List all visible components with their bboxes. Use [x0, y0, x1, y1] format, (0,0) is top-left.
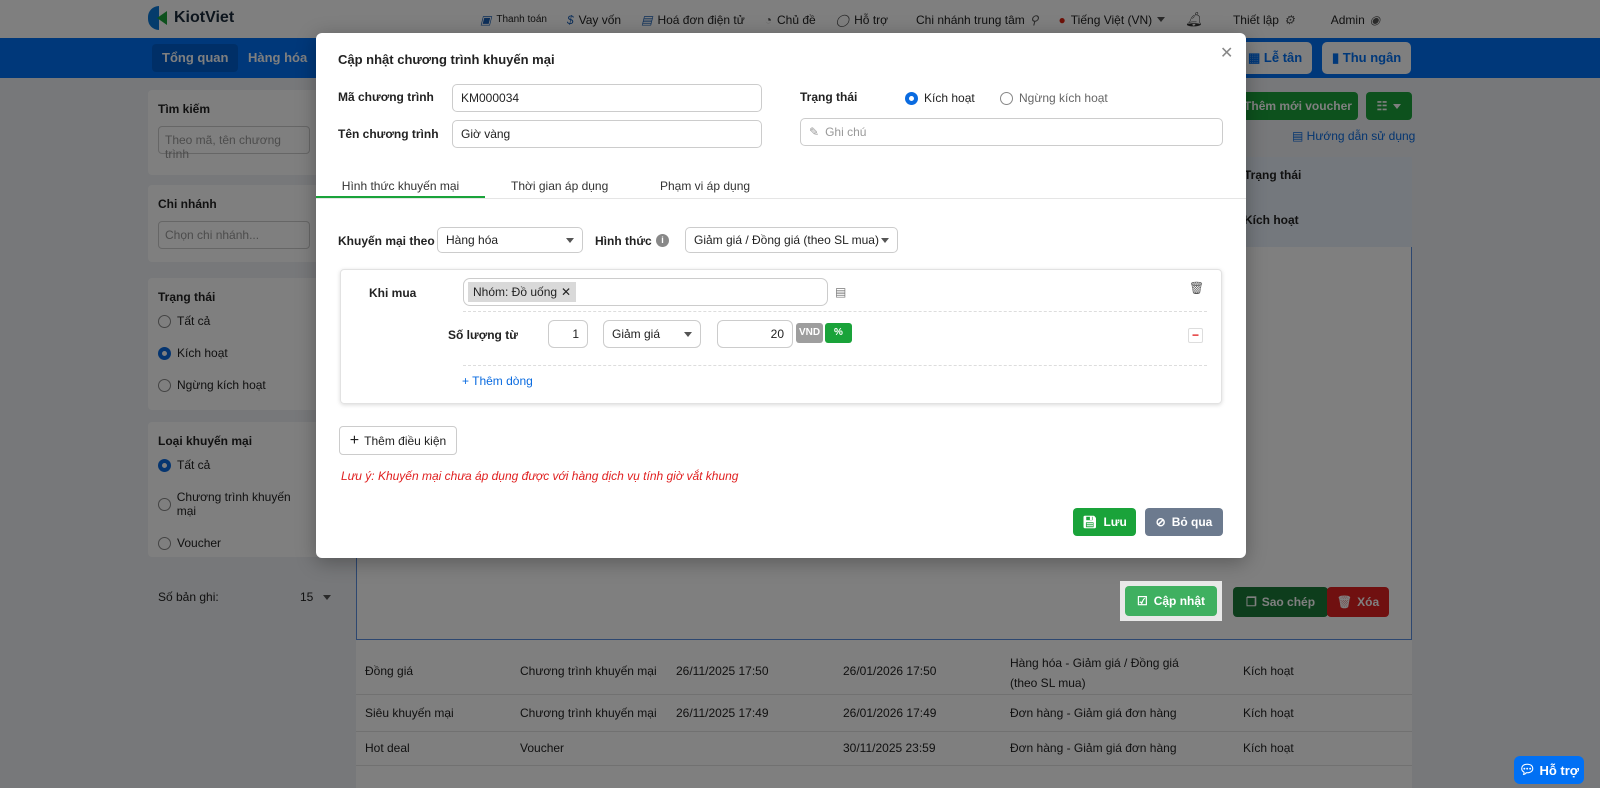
modal-title: Cập nhật chương trình khuyến mại — [338, 52, 555, 67]
promo-by-select[interactable]: Hàng hóa — [437, 227, 583, 253]
tab-scope[interactable]: Phạm vi áp dụng — [660, 179, 750, 193]
form-value: Giảm giá / Đồng giá (theo SL mua) — [694, 233, 879, 247]
unit-vnd-toggle[interactable]: VND — [796, 323, 823, 343]
save-icon: 💾︎ — [1082, 515, 1098, 529]
add-condition-label: Thêm điều kiện — [364, 433, 447, 448]
remove-tag-icon[interactable]: ✕ — [561, 285, 571, 299]
code-input[interactable]: KM000034 — [452, 84, 762, 112]
status-active-radio[interactable]: Kích hoạt — [905, 91, 975, 105]
skip-button[interactable]: ⊘ Bỏ qua — [1145, 508, 1223, 536]
close-icon[interactable]: ✕ — [1220, 43, 1233, 63]
status-inactive-radio[interactable]: Ngừng kích hoạt — [1000, 91, 1108, 105]
info-icon[interactable]: i — [656, 234, 669, 247]
note-input[interactable]: ✎ Ghi chú — [800, 118, 1223, 146]
unit-percent-toggle[interactable]: % — [825, 323, 852, 343]
group-tag: Nhóm: Đồ uống ✕ — [468, 282, 577, 302]
trash-icon[interactable]: 🗑︎ — [1189, 281, 1204, 295]
chevron-down-icon — [566, 237, 574, 243]
remove-row-icon[interactable]: − — [1188, 328, 1203, 343]
help-label: Hỗ trợ — [1539, 762, 1580, 778]
update-button-highlight: ☑ Cập nhật — [1120, 581, 1222, 621]
ban-icon: ⊘ — [1155, 515, 1166, 529]
chevron-down-icon — [881, 237, 889, 243]
plus-icon: + — [349, 431, 360, 449]
tab-time[interactable]: Thời gian áp dụng — [511, 179, 608, 193]
tag-label: Nhóm: Đồ uống — [473, 285, 558, 299]
pencil-icon: ✎ — [809, 125, 820, 139]
add-row-link[interactable]: + Thêm dòng — [462, 374, 533, 388]
note-placeholder: Ghi chú — [825, 125, 867, 139]
discount-type-value: Giảm giá — [612, 327, 661, 341]
chat-icon: 💬︎ — [1518, 762, 1536, 777]
discount-type-select[interactable]: Giảm giá — [603, 320, 701, 348]
product-group-input[interactable]: Nhóm: Đồ uống ✕ — [463, 278, 828, 306]
status-label: Trạng thái — [800, 90, 858, 104]
chevron-down-icon — [684, 331, 692, 337]
code-label: Mã chương trình — [338, 90, 434, 104]
radio-label: Kích hoạt — [924, 91, 975, 105]
form-select[interactable]: Giảm giá / Đồng giá (theo SL mua) — [685, 227, 898, 253]
condition-card: Khi mua Nhóm: Đồ uống ✕ ▤ 🗑︎ Số lượng từ … — [340, 269, 1222, 404]
qty-input[interactable]: 1 — [548, 320, 588, 348]
checkbox-icon: ☑ — [1136, 594, 1148, 608]
save-button[interactable]: 💾︎ Lưu — [1073, 508, 1136, 536]
name-label: Tên chương trình — [338, 127, 439, 141]
discount-value-input[interactable]: 20 — [717, 320, 793, 348]
radio-label: Ngừng kích hoạt — [1019, 91, 1108, 105]
divider — [463, 311, 1207, 312]
when-buy-label: Khi mua — [369, 286, 417, 300]
tab-promotion-form[interactable]: Hình thức khuyến mại — [316, 179, 485, 198]
promo-by-label: Khuyến mại theo — [338, 234, 435, 248]
save-label: Lưu — [1103, 515, 1127, 529]
update-label: Cập nhật — [1153, 594, 1206, 608]
divider — [463, 365, 1207, 366]
list-icon[interactable]: ▤ — [835, 285, 846, 299]
skip-label: Bỏ qua — [1171, 515, 1213, 529]
add-condition-button[interactable]: + Thêm điều kiện — [339, 426, 457, 455]
warning-note: Lưu ý: Khuyến mại chưa áp dụng được với … — [341, 469, 739, 483]
name-input[interactable]: Giờ vàng — [452, 120, 762, 148]
qty-label: Số lượng từ — [448, 328, 518, 342]
update-button[interactable]: ☑ Cập nhật — [1125, 586, 1217, 616]
help-chat-button[interactable]: 💬︎ Hỗ trợ — [1514, 756, 1584, 784]
tab-divider — [316, 198, 1246, 199]
update-promotion-modal: Cập nhật chương trình khuyến mại ✕ Mã ch… — [316, 33, 1246, 558]
promo-by-value: Hàng hóa — [446, 233, 499, 247]
form-label: Hình thức — [595, 234, 652, 248]
